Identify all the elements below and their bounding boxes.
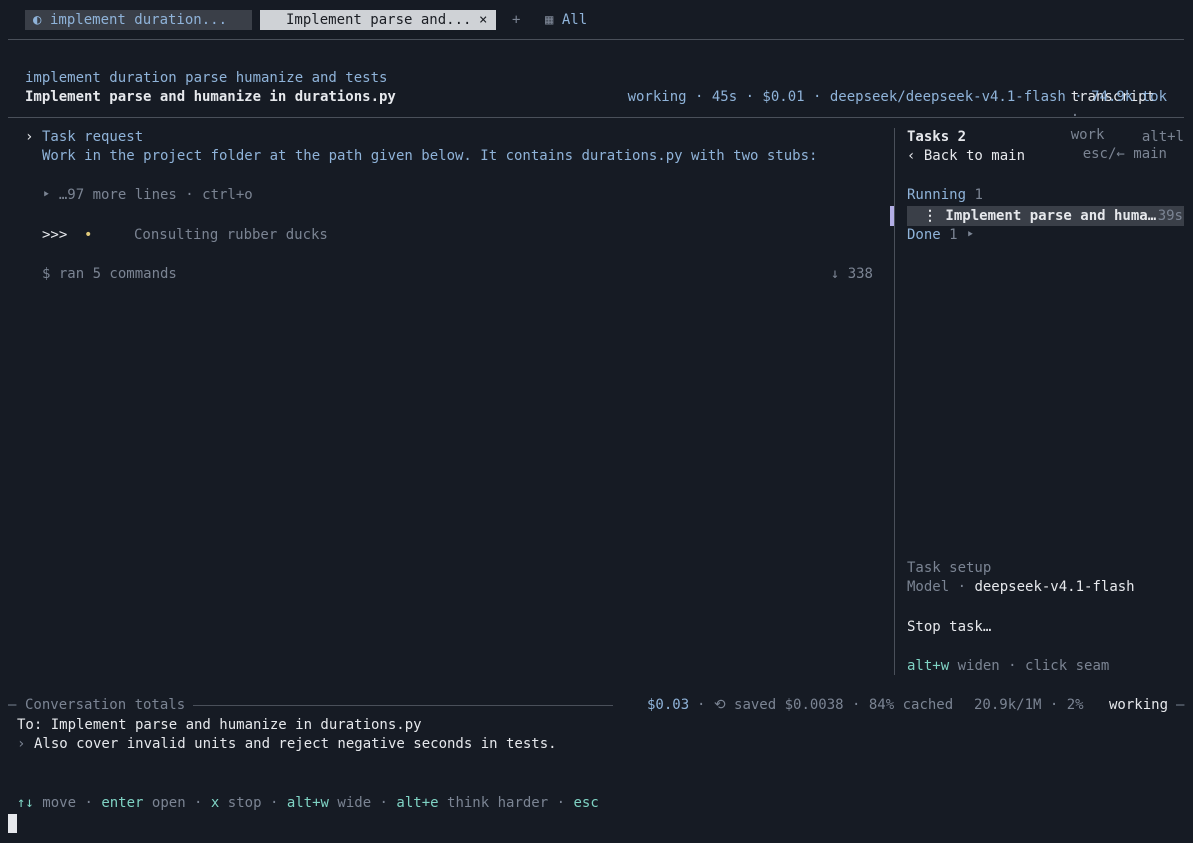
- keyboard-hints: ↑↓ move · enter open · x stop · alt+w wi…: [17, 795, 599, 811]
- commands-count: ↓ 338: [830, 266, 873, 282]
- task-setup-title: Task setup: [907, 560, 992, 576]
- running-task-time: 39s: [1157, 208, 1183, 224]
- widen-hint: alt+w widen · click seam: [907, 658, 1110, 674]
- chevron-right-icon: ›: [17, 736, 26, 752]
- totals-cost: $0.03: [647, 697, 690, 713]
- chevron-right-icon: ›: [25, 129, 34, 145]
- sidebar-seam[interactable]: [894, 128, 895, 675]
- back-to-main-hint[interactable]: esc/← main: [1083, 146, 1167, 162]
- totals-tokens: 20.9k/1M · 2%: [974, 697, 1084, 713]
- model-row: Model · deepseek-v4.1-flash: [907, 579, 1135, 595]
- grid-icon: ▦: [545, 12, 554, 28]
- tasks-title: Tasks 2: [907, 129, 967, 145]
- view-work[interactable]: work: [1071, 127, 1105, 143]
- selection-accent: [890, 206, 894, 226]
- totals-label: Conversation totals: [25, 697, 186, 713]
- close-icon[interactable]: ×: [479, 11, 487, 30]
- status-line: working · 45s · $0.01 · deepseek/deepsee…: [627, 89, 1167, 105]
- back-to-main-button[interactable]: ‹ Back to main: [907, 147, 1025, 166]
- divider: [193, 705, 613, 706]
- running-task-label: ⋮ Implement parse and huma…: [923, 208, 1157, 224]
- task-subtitle: Implement parse and humanize in duration…: [25, 89, 396, 105]
- activity-text: Consulting rubber ducks: [134, 227, 328, 243]
- task-title: implement duration parse humanize and te…: [25, 70, 388, 86]
- prompt-marker: >>>: [42, 227, 68, 243]
- composer-message[interactable]: Also cover invalid units and reject nega…: [34, 735, 557, 754]
- totals-saved: · ⟲ saved $0.0038 · 84% cached: [697, 697, 954, 713]
- running-group[interactable]: Running 1: [907, 186, 983, 205]
- tab-conversation[interactable]: ◐ implement duration...: [25, 10, 252, 30]
- composer-recipient: To: Implement parse and humanize in dura…: [17, 717, 422, 733]
- divider: [8, 39, 1184, 40]
- tab-label: Implement parse and...: [286, 12, 472, 28]
- totals-dash: —: [8, 697, 17, 713]
- tab-task-active[interactable]: Implement parse and... ×: [260, 10, 496, 30]
- commands-summary[interactable]: $ ran 5 commands: [42, 265, 177, 284]
- tasks-shortcut: alt+l: [1141, 129, 1184, 145]
- spinner-icon: •: [84, 227, 93, 243]
- arrows-icon: ↑↓: [17, 795, 34, 811]
- done-group[interactable]: Done 1 ‣: [907, 226, 974, 245]
- tab-label: implement duration...: [50, 12, 228, 28]
- divider: [8, 117, 1184, 118]
- add-tab-button[interactable]: +: [512, 11, 520, 30]
- running-task-item[interactable]: ⋮ Implement parse and huma… 39s: [907, 206, 1184, 226]
- task-request-body: Work in the project folder at the path g…: [42, 148, 818, 164]
- totals-status: working: [1109, 697, 1169, 713]
- totals-dash: —: [1176, 697, 1185, 713]
- tab-all[interactable]: ▦ All: [545, 11, 587, 30]
- stop-task-button[interactable]: Stop task…: [907, 618, 991, 637]
- text-cursor[interactable]: [8, 814, 17, 833]
- task-request-title[interactable]: Task request: [42, 128, 143, 147]
- expand-more-lines[interactable]: ‣ …97 more lines · ctrl+o: [42, 186, 253, 205]
- half-circle-icon: ◐: [33, 12, 42, 28]
